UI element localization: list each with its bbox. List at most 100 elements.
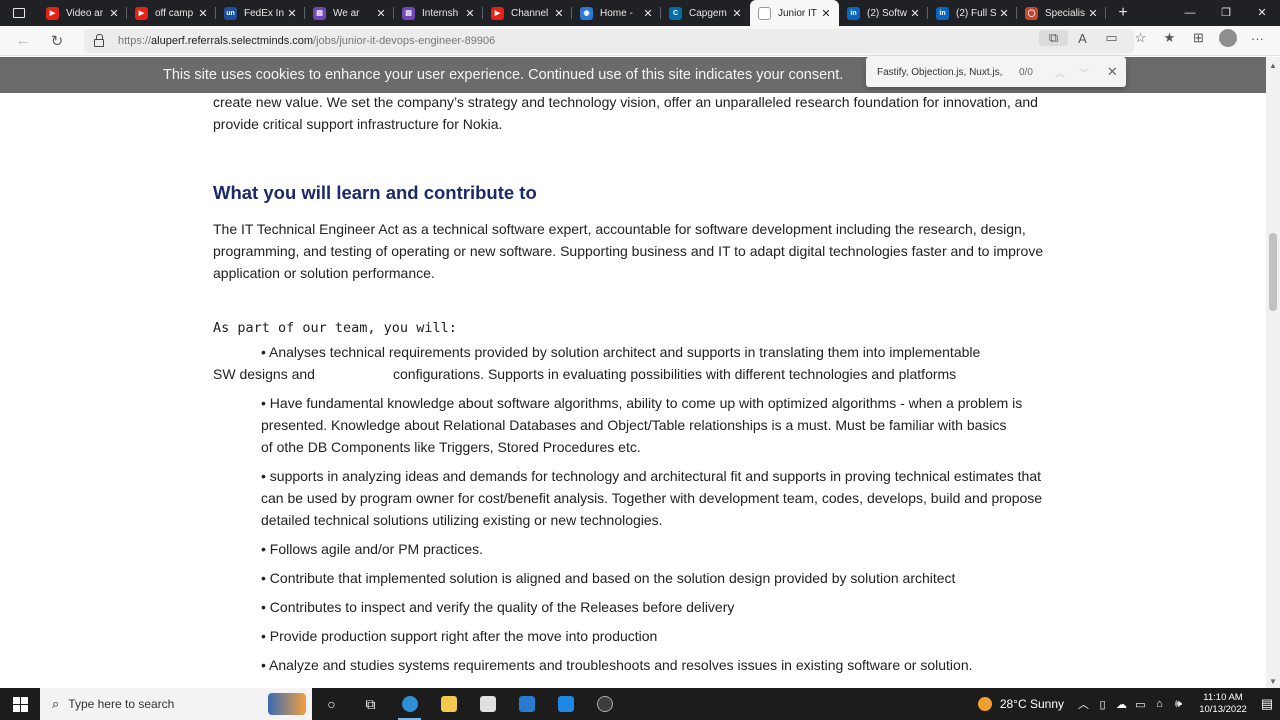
close-tab-icon[interactable]: ✕ (196, 7, 210, 20)
browser-tab[interactable]: ▤ Internsh ✕ (394, 0, 483, 26)
onedrive-icon[interactable]: ☁ (1112, 698, 1131, 711)
browser-tab[interactable]: Junior IT ✕ (750, 0, 839, 26)
close-tab-icon[interactable]: ✕ (819, 7, 833, 20)
clock-time: 11:10 AM (1203, 692, 1243, 703)
immersive-reader-icon[interactable]: ▭ (1097, 30, 1126, 46)
close-window-icon[interactable]: ✕ (1244, 0, 1280, 26)
youtube-icon: ▶ (135, 6, 148, 20)
youtube-icon: ▶ (491, 6, 504, 20)
find-previous-icon[interactable]: ︿ (1055, 65, 1065, 80)
description-line-2: programming, and testing of operating or… (213, 243, 1044, 259)
close-tab-icon[interactable]: ✕ (107, 7, 121, 20)
close-tab-icon[interactable]: ✕ (285, 7, 299, 20)
weather-sun-icon[interactable] (977, 697, 992, 711)
scroll-down-icon[interactable]: ▼ (1269, 677, 1277, 686)
url-text[interactable]: https://aluperf.referrals.selectminds.co… (118, 35, 495, 47)
close-tab-icon[interactable]: ✕ (1086, 7, 1100, 20)
find-input[interactable]: Fastify, Objection.js, Nuxt.js, (877, 67, 1007, 78)
chrome-icon[interactable] (585, 688, 624, 720)
scrollbar-thumb[interactable] (1269, 233, 1277, 311)
device-icon[interactable]: ▯ (1093, 698, 1112, 711)
store-icon[interactable] (468, 688, 507, 720)
edge-taskbar-icon[interactable] (390, 688, 429, 720)
network-icon[interactable]: ⌂ (1150, 698, 1169, 710)
clock[interactable]: 11:10 AM 10/13/2022 (1192, 692, 1254, 716)
page-content: create new value. We set the company’s s… (0, 94, 1266, 688)
window-controls: — ❐ ✕ (1172, 0, 1280, 26)
tab-title: Specialis (1045, 7, 1086, 19)
start-button[interactable] (0, 688, 40, 720)
volume-icon[interactable]: 🕪 (1169, 698, 1188, 711)
tab-title: Channel (511, 7, 549, 19)
collections-icon[interactable]: ⊞ (1184, 30, 1213, 46)
tab-title: (2) Softw (867, 7, 908, 19)
show-hidden-icons-icon[interactable]: ︿ (1074, 696, 1093, 712)
bullet-8: • Analyze and studies systems requiremen… (261, 657, 973, 673)
tab-title: Video ar (66, 7, 104, 19)
browser-tab[interactable]: ▶ Channel ✕ (483, 0, 572, 26)
intro-line-2: provide critical support infrastructure … (213, 116, 503, 132)
add-favorite-icon[interactable]: ☆ (1126, 30, 1155, 46)
vscode-icon[interactable] (546, 688, 585, 720)
browser-tab[interactable]: un FedEx In ✕ (216, 0, 305, 26)
cortana-icon[interactable]: ○ (312, 688, 351, 720)
new-tab-button[interactable]: + (1110, 4, 1136, 22)
minimize-icon[interactable]: — (1172, 0, 1208, 26)
translate-icon[interactable]: ⧉ (1039, 30, 1068, 46)
tab-list: ▶ Video ar ✕ ▶ off camp ✕ un FedEx In ✕ ▤ We ar ✕ ▤ I… (38, 0, 1106, 26)
browser-tab[interactable]: ▶ off camp ✕ (127, 0, 216, 26)
read-aloud-icon[interactable]: A (1068, 31, 1097, 46)
browser-tab[interactable]: C Capgem ✕ (661, 0, 750, 26)
scroll-up-icon[interactable]: ▲ (1269, 61, 1277, 70)
browser-tab[interactable]: in (2) Full S ✕ (928, 0, 1017, 26)
back-icon[interactable]: ← (6, 32, 40, 49)
bullet-5: • Contribute that implemented solution i… (261, 570, 956, 586)
vertical-scrollbar[interactable]: ▲ ▼ (1266, 57, 1280, 688)
profile-avatar[interactable] (1219, 29, 1237, 47)
more-menu-icon[interactable]: ··· (1243, 31, 1272, 46)
close-find-icon[interactable]: ✕ (1107, 64, 1118, 80)
address-bar[interactable]: https://aluperf.referrals.selectminds.co… (84, 29, 1134, 53)
unstop-icon: un (224, 6, 237, 20)
browser-tab[interactable]: ▶ Video ar ✕ (38, 0, 127, 26)
bullet-2-line-3: of othe DB Components like Triggers, Sto… (261, 439, 641, 455)
search-icon: ⌕ (52, 696, 60, 711)
browser-tab[interactable]: ◯ Specialis ✕ (1017, 0, 1106, 26)
restore-icon[interactable]: ❐ (1208, 0, 1244, 26)
bullet-1-line-1: • Analyses technical requirements provid… (261, 344, 981, 360)
tab-actions-icon[interactable] (0, 0, 38, 26)
bullet-1-line-2a: SW designs and (213, 366, 315, 382)
tab-title: Home - (600, 7, 633, 19)
bullet-7: • Provide production support right after… (261, 628, 658, 644)
favorites-icon[interactable]: ★ (1155, 30, 1184, 46)
cookie-banner-text: This site uses cookies to enhance your u… (163, 67, 844, 83)
intro-line-1: create new value. We set the company’s s… (213, 94, 1038, 110)
close-tab-icon[interactable]: ✕ (463, 7, 477, 20)
browser-tab[interactable]: ▤ We ar ✕ (305, 0, 394, 26)
battery-icon[interactable]: ▭ (1131, 698, 1150, 711)
task-view-icon[interactable]: ⧉ (351, 688, 390, 720)
search-highlight-icon[interactable] (268, 693, 306, 715)
notification-icon[interactable]: ▤ (1254, 696, 1280, 712)
tab-separator (1105, 7, 1106, 19)
find-next-icon[interactable]: ﹀ (1079, 65, 1089, 80)
mail-icon[interactable] (507, 688, 546, 720)
tab-title: Junior IT (778, 7, 817, 19)
close-tab-icon[interactable]: ✕ (730, 7, 744, 20)
browser-toolbar: ← ↻ https://aluperf.referrals.selectmind… (0, 26, 1280, 56)
close-tab-icon[interactable]: ✕ (641, 7, 655, 20)
weather-text[interactable]: 28°C Sunny (1000, 697, 1064, 711)
file-explorer-icon[interactable] (429, 688, 468, 720)
refresh-icon[interactable]: ↻ (40, 32, 74, 50)
browser-tab[interactable]: ◉ Home - ✕ (572, 0, 661, 26)
close-tab-icon[interactable]: ✕ (552, 7, 566, 20)
bullet-3-line-2: can be used by program owner for cost/be… (261, 490, 1043, 506)
forms-icon: ▤ (313, 6, 326, 20)
close-tab-icon[interactable]: ✕ (374, 7, 388, 20)
close-tab-icon[interactable]: ✕ (997, 7, 1011, 20)
close-tab-icon[interactable]: ✕ (908, 7, 922, 20)
taskbar-search[interactable]: ⌕ Type here to search (40, 688, 312, 720)
lock-icon (94, 34, 104, 47)
browser-tab[interactable]: in (2) Softw ✕ (839, 0, 928, 26)
oracle-icon: ◯ (1025, 6, 1038, 20)
